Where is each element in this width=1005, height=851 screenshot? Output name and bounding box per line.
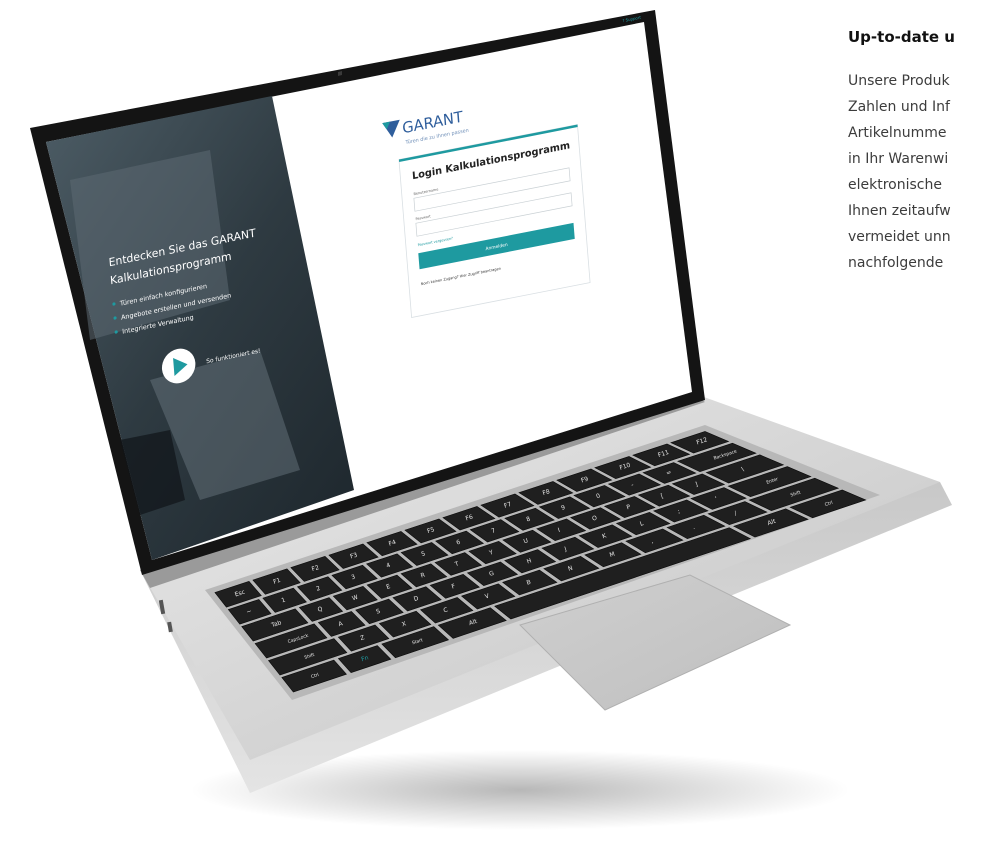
side-paragraph-line: vermeidet unn <box>848 229 951 245</box>
side-copy: Up-to-date u Unsere Produk Zahlen und Inf… <box>848 28 1005 276</box>
side-paragraph-line: in Ihr Warenwi <box>848 151 949 167</box>
side-paragraph-line: nachfolgende <box>848 255 944 271</box>
side-paragraph-line: Unsere Produk <box>848 73 950 89</box>
side-paragraph-line: Artikelnumme <box>848 125 947 141</box>
side-heading: Up-to-date u <box>848 28 955 46</box>
side-paragraph-line: Zahlen und Inf <box>848 99 950 115</box>
side-paragraph-line: elektronische <box>848 177 942 193</box>
side-paragraph-line: Ihnen zeitaufw <box>848 203 951 219</box>
product-scene: Esc F1 F2 F3 F4 F5 F6 F7 F8 F9 F10 F11 F12 ~1 2 3 4 5 6 7 8 9… <box>0 0 1005 847</box>
side-paragraph: Unsere Produk Zahlen und Inf Artikelnumme i… <box>848 68 1005 276</box>
